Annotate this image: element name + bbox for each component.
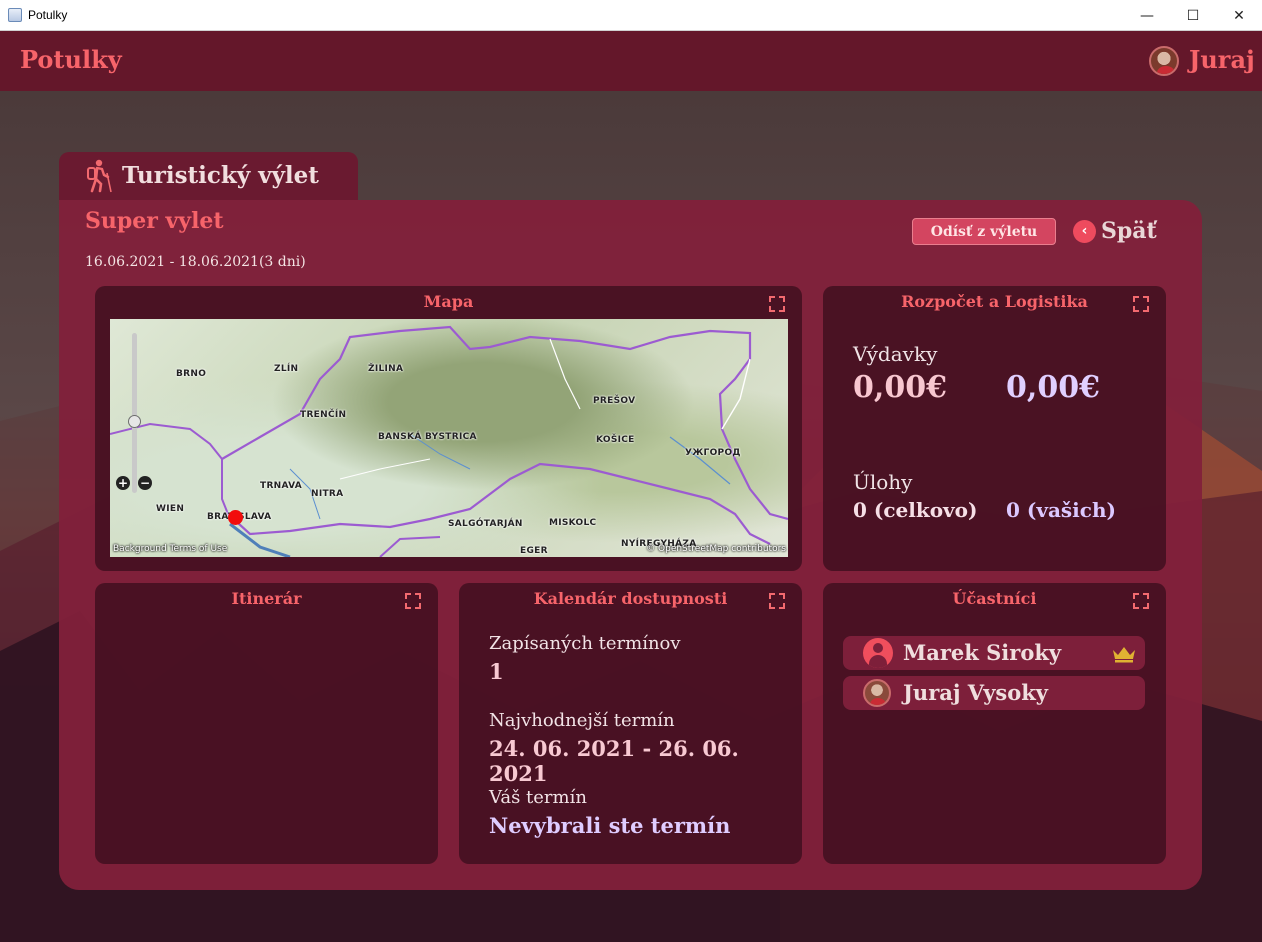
hiker-icon <box>87 159 112 193</box>
trip-detail-card: Super vylet 16.06.2021 - 18.06.2021(3 dn… <box>59 200 1202 890</box>
expenses-total: 0,00€ <box>853 370 947 405</box>
zoom-in-button[interactable]: + <box>116 476 130 490</box>
app-header: Potulky Juraj <box>0 31 1262 91</box>
user-avatar[interactable] <box>1149 46 1179 76</box>
zoom-slider-handle[interactable] <box>128 415 141 428</box>
trip-type-tab: Turistický výlet <box>59 152 358 200</box>
best-date-label: Najvhodnejší termín <box>489 710 675 731</box>
photo-avatar <box>863 679 891 707</box>
calendar-panel-title: Kalendár dostupnosti <box>533 589 728 608</box>
back-label: Späť <box>1101 218 1157 244</box>
trip-type-label: Turistický výlet <box>122 162 319 189</box>
location-marker[interactable] <box>228 510 243 525</box>
leave-trip-button[interactable]: Odísť z výletu <box>912 218 1056 245</box>
expenses-label: Výdavky <box>853 342 938 366</box>
registered-dates-label: Zapísaných termínov <box>489 633 681 654</box>
maximize-button[interactable]: ☐ <box>1170 0 1216 31</box>
map-attribution-terms[interactable]: Background Terms of Use <box>113 544 227 554</box>
calendar-panel: Kalendár dostupnosti Zapísaných termínov… <box>459 583 802 864</box>
registered-dates-value: 1 <box>489 659 504 684</box>
java-app-icon <box>8 8 22 22</box>
itinerary-panel: Itinerár <box>95 583 438 864</box>
your-date-value: Nevybrali ste termín <box>489 813 731 838</box>
budget-panel: Rozpočet a Logistika Výdavky 0,00€ 0,00€… <box>823 286 1166 571</box>
map-panel-title: Mapa <box>423 292 474 311</box>
city-trencin: TRENČÍN <box>300 410 347 420</box>
participant-name: Marek Siroky <box>903 640 1062 665</box>
city-zlin: ZLÍN <box>274 364 299 374</box>
map-view[interactable]: BRNO ZLÍN ŽILINA TRENČÍN BANSKÁ BYSTRICA… <box>110 319 788 557</box>
city-eger: EGER <box>520 546 548 556</box>
participant-item[interactable]: Juraj Vysoky <box>843 676 1145 710</box>
expand-icon[interactable] <box>405 593 421 609</box>
tasks-yours: 0 (vašich) <box>1006 498 1116 522</box>
zoom-out-button[interactable]: − <box>138 476 152 490</box>
participants-panel: Účastníci Marek Siroky Juraj Vysoky <box>823 583 1166 864</box>
zoom-slider-track[interactable] <box>132 333 137 493</box>
city-nitra: NITRA <box>311 489 344 499</box>
expenses-yours: 0,00€ <box>1006 370 1100 405</box>
itinerary-panel-title: Itinerár <box>231 589 302 608</box>
expand-icon[interactable] <box>769 296 785 312</box>
trip-name: Super vylet <box>85 208 224 234</box>
city-presov: PREŠOV <box>593 396 636 406</box>
city-wien: WIEN <box>156 504 185 514</box>
user-name[interactable]: Juraj <box>1189 45 1255 74</box>
your-date-label: Váš termín <box>489 787 587 808</box>
city-uzhhorod: УЖГОРОД <box>685 448 741 458</box>
tasks-label: Úlohy <box>853 470 913 494</box>
city-brno: BRNO <box>176 369 207 379</box>
window-titlebar: Potulky — ☐ ✕ <box>0 0 1262 31</box>
map-attribution-osm[interactable]: © OpenStreetMap contributors <box>646 544 786 554</box>
participants-panel-title: Účastníci <box>952 589 1037 608</box>
expand-icon[interactable] <box>769 593 785 609</box>
expand-icon[interactable] <box>1133 593 1149 609</box>
minimize-button[interactable]: — <box>1124 0 1170 31</box>
trip-dates: 16.06.2021 - 18.06.2021(3 dni) <box>85 254 306 270</box>
city-kosice: KOŠICE <box>596 435 635 445</box>
tasks-total: 0 (celkovo) <box>853 498 978 522</box>
back-button[interactable]: ‹ Späť <box>1073 216 1157 246</box>
window-title: Potulky <box>28 8 68 22</box>
close-button[interactable]: ✕ <box>1216 0 1262 31</box>
participant-name: Juraj Vysoky <box>903 680 1049 705</box>
expand-icon[interactable] <box>1133 296 1149 312</box>
budget-panel-title: Rozpočet a Logistika <box>901 292 1088 311</box>
city-miskolc: MISKOLC <box>549 518 597 528</box>
best-date-value: 24. 06. 2021 - 26. 06. 2021 <box>489 736 739 786</box>
city-zilina: ŽILINA <box>368 364 404 374</box>
map-panel: Mapa BRNO ZLÍN ŽILINA TRENČÍN BANSKÁ BYS… <box>95 286 802 571</box>
city-salgotarjan: SALGÓTARJÁN <box>448 519 523 529</box>
city-trnava: TRNAVA <box>260 481 303 491</box>
participant-item[interactable]: Marek Siroky <box>843 636 1145 670</box>
person-icon <box>863 638 893 668</box>
chevron-left-icon: ‹ <box>1073 219 1096 243</box>
city-banska-bystrica: BANSKÁ BYSTRICA <box>378 432 477 442</box>
crown-icon <box>1113 647 1135 663</box>
brand-logo[interactable]: Potulky <box>20 45 122 74</box>
